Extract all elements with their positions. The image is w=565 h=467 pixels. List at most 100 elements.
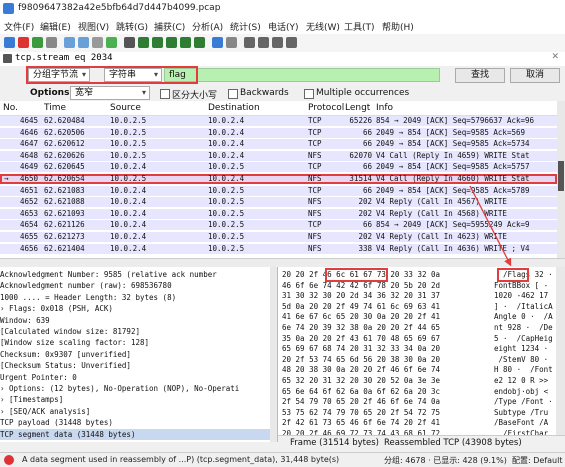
save-file-icon[interactable] — [78, 37, 89, 48]
ascii-row[interactable]: Subtype /Tru — [494, 407, 548, 418]
detail-row[interactable]: › [Timestamps] — [0, 394, 277, 405]
packet-row[interactable]: 4655 62.621273 10.0.2.4 10.0.2.5 NFS 202 V4 Re… — [0, 232, 557, 242]
ascii-row[interactable]: ] · /ItalicA — [494, 301, 553, 312]
detail-row[interactable]: › Flags: 0x018 (PSH, ACK) — [0, 303, 277, 314]
menu-wireless[interactable]: 无线(W) — [306, 20, 340, 33]
zoom-normal-icon[interactable] — [272, 37, 283, 48]
ascii-row[interactable]: /BaseFont /A — [494, 417, 548, 428]
packet-row[interactable]: 4646 62.620506 10.0.2.5 10.0.2.4 TCP 66 2049 →… — [0, 127, 557, 138]
detail-row[interactable]: Urgent Pointer: 0 — [0, 372, 277, 383]
ascii-row[interactable]: /StemV 80 · — [494, 354, 553, 365]
hex-row[interactable]: 5d 0a 20 20 2f 49 74 61 6c 69 63 41 — [282, 301, 440, 312]
hex-row[interactable]: 2f 42 61 73 65 46 6f 6e 74 20 2f 41 — [282, 417, 440, 428]
packet-row[interactable]: 4649 62.620645 10.0.2.4 10.0.2.5 TCP 66 2049 →… — [0, 162, 557, 173]
ascii-row[interactable]: FontBBox [ - — [494, 280, 548, 291]
menu-telephony[interactable]: 电话(Y) — [268, 20, 299, 33]
hex-row[interactable]: 65 69 67 68 74 20 31 32 33 34 0a 20 — [282, 343, 440, 354]
col-destination[interactable]: Destination — [208, 103, 260, 113]
forward-icon[interactable] — [152, 37, 163, 48]
packet-list-hscrollbar[interactable] — [0, 258, 565, 267]
last-packet-icon[interactable] — [194, 37, 205, 48]
packet-row[interactable]: 4651 62.621083 10.0.2.4 10.0.2.5 TCP 66 2049 →… — [0, 185, 557, 196]
packet-row[interactable]: 4654 62.621126 10.0.2.4 10.0.2.5 TCP 66 854 → … — [0, 220, 557, 231]
find-button[interactable]: 查找 — [455, 68, 505, 83]
detail-row[interactable]: Acknowledgment number (raw): 698536780 — [0, 280, 277, 291]
ascii-row[interactable]: /Type /Font · — [494, 396, 553, 407]
col-info[interactable]: Info — [376, 103, 393, 113]
hex-row[interactable]: 31 30 32 30 20 2d 34 36 32 20 31 37 — [282, 290, 440, 301]
display-filter-bar[interactable]: tcp.stream eq 2034 ✕ — [0, 52, 565, 67]
ascii-row[interactable]: e2 12 0 R >> — [494, 375, 548, 386]
detail-row[interactable]: [Window size scaling factor: 128] — [0, 337, 277, 348]
hex-row[interactable]: 65 6e 64 6f 62 6a 0a 6f 62 6a 20 3c — [282, 386, 440, 397]
multiple-occurrences-checkbox[interactable] — [304, 89, 314, 99]
display-filter-input[interactable]: tcp.stream eq 2034 — [15, 53, 113, 63]
restart-icon[interactable] — [32, 37, 43, 48]
hex-row[interactable]: 53 75 62 74 79 70 65 20 2f 54 72 75 — [282, 407, 440, 418]
ascii-row[interactable]: 5 · /CapHeig — [494, 333, 553, 344]
bytes-scrollbar[interactable] — [556, 267, 565, 435]
ascii-row[interactable]: endobj·obj < — [494, 386, 548, 397]
ascii-row[interactable]: Angle 0 · /A — [494, 311, 553, 322]
hex-row[interactable]: 20 20 2f 46 6c 61 67 73 20 33 32 0a — [282, 269, 440, 280]
packet-row[interactable]: 4647 62.620612 10.0.2.5 10.0.2.4 TCP 66 2049 →… — [0, 139, 557, 150]
detail-row[interactable]: [Checksum Status: Unverified] — [0, 360, 277, 371]
detail-row[interactable]: TCP segment data (31448 bytes) — [0, 428, 277, 440]
reload-icon[interactable] — [106, 37, 117, 48]
autoscroll-icon[interactable] — [212, 37, 223, 48]
encoding-select[interactable]: 宽窄 ▾ — [70, 86, 150, 100]
menu-file[interactable]: 文件(F) — [4, 20, 34, 33]
colorize-icon[interactable] — [226, 37, 237, 48]
resize-columns-icon[interactable] — [286, 37, 297, 48]
scroll-thumb[interactable] — [558, 161, 564, 191]
menu-view[interactable]: 视图(V) — [78, 20, 109, 33]
ascii-row[interactable]: /Flags 32 · — [494, 269, 553, 280]
tab-reassembled-tcp[interactable]: Reassembled TCP (43908 bytes) — [384, 438, 522, 448]
packet-row[interactable]: 4645 62.620484 10.0.2.5 10.0.2.4 TCP 65226 854… — [0, 116, 557, 126]
menu-tools[interactable]: 工具(T) — [344, 20, 375, 33]
menu-analyze[interactable]: 分析(A) — [192, 20, 223, 33]
ascii-row[interactable]: H 80 · /Font — [494, 364, 553, 375]
menu-edit[interactable]: 编辑(E) — [40, 20, 71, 33]
detail-row[interactable]: 1000 .... = Header Length: 32 bytes (8) — [0, 292, 277, 303]
detail-row[interactable]: Acknowledgment Number: 9585 (relative ac… — [0, 269, 277, 280]
detail-row[interactable]: Checksum: 0x9307 [unverified] — [0, 349, 277, 360]
cancel-button[interactable]: 取消 — [510, 68, 560, 83]
search-type-select[interactable]: 字符串 ▾ — [104, 68, 162, 82]
col-source[interactable]: Source — [110, 103, 141, 113]
packet-row[interactable]: 4656 62.621404 10.0.2.4 10.0.2.5 NFS 338 V4 Re… — [0, 243, 557, 254]
hex-row[interactable]: 6e 74 20 39 32 38 0a 20 20 2f 44 65 — [282, 322, 440, 333]
detail-row[interactable]: › Options: (12 bytes), No-Operation (NOP… — [0, 383, 277, 394]
hex-row[interactable]: 46 6f 6e 74 42 42 6f 78 20 5b 20 2d — [282, 280, 440, 291]
profile-label[interactable]: 配置: Default — [512, 455, 562, 466]
close-file-icon[interactable] — [92, 37, 103, 48]
bookmark-icon[interactable] — [3, 54, 12, 63]
col-length[interactable]: Lengt — [345, 103, 370, 113]
packet-row[interactable]: 4653 62.621093 10.0.2.4 10.0.2.5 NFS 202 V4 Re… — [0, 208, 557, 219]
packet-list-scrollbar[interactable] — [557, 101, 565, 258]
zoom-out-icon[interactable] — [258, 37, 269, 48]
packet-details[interactable]: Acknowledgment Number: 9585 (relative ac… — [0, 267, 278, 442]
packet-list[interactable]: No. Time Source Destination Protocol Len… — [0, 101, 557, 258]
col-no[interactable]: No. — [3, 103, 18, 113]
detail-row[interactable]: [Calculated window size: 81792] — [0, 326, 277, 337]
options-icon[interactable] — [46, 37, 57, 48]
first-packet-icon[interactable] — [180, 37, 191, 48]
clear-filter-icon[interactable]: ✕ — [551, 52, 559, 62]
col-protocol[interactable]: Protocol — [308, 103, 344, 113]
hex-row[interactable]: 20 20 2f 46 69 72 73 74 43 68 61 72 — [282, 428, 440, 435]
search-input[interactable]: flag — [164, 68, 440, 82]
tab-frame[interactable]: Frame (31514 bytes) — [290, 438, 379, 448]
detail-row[interactable]: Window: 639 — [0, 315, 277, 326]
hex-row[interactable]: 48 20 38 30 0a 20 20 2f 46 6f 6e 74 — [282, 364, 440, 375]
backwards-checkbox[interactable] — [228, 89, 238, 99]
hex-row[interactable]: 2f 54 79 70 65 20 2f 46 6f 6e 74 0a — [282, 396, 440, 407]
detail-row[interactable]: TCP payload (31448 bytes) — [0, 417, 277, 428]
goto-icon[interactable] — [166, 37, 177, 48]
menu-capture[interactable]: 捕获(C) — [154, 20, 185, 33]
ascii-row[interactable]: /FirstChar — [494, 428, 548, 435]
menu-help[interactable]: 帮助(H) — [382, 20, 414, 33]
menu-go[interactable]: 跳转(G) — [116, 20, 148, 33]
hex-row[interactable]: 41 6e 67 6c 65 20 30 0a 20 20 2f 41 — [282, 311, 440, 322]
packet-bytes[interactable]: 20 20 2f 46 6c 61 67 73 20 33 32 0a /Fla… — [278, 267, 565, 435]
